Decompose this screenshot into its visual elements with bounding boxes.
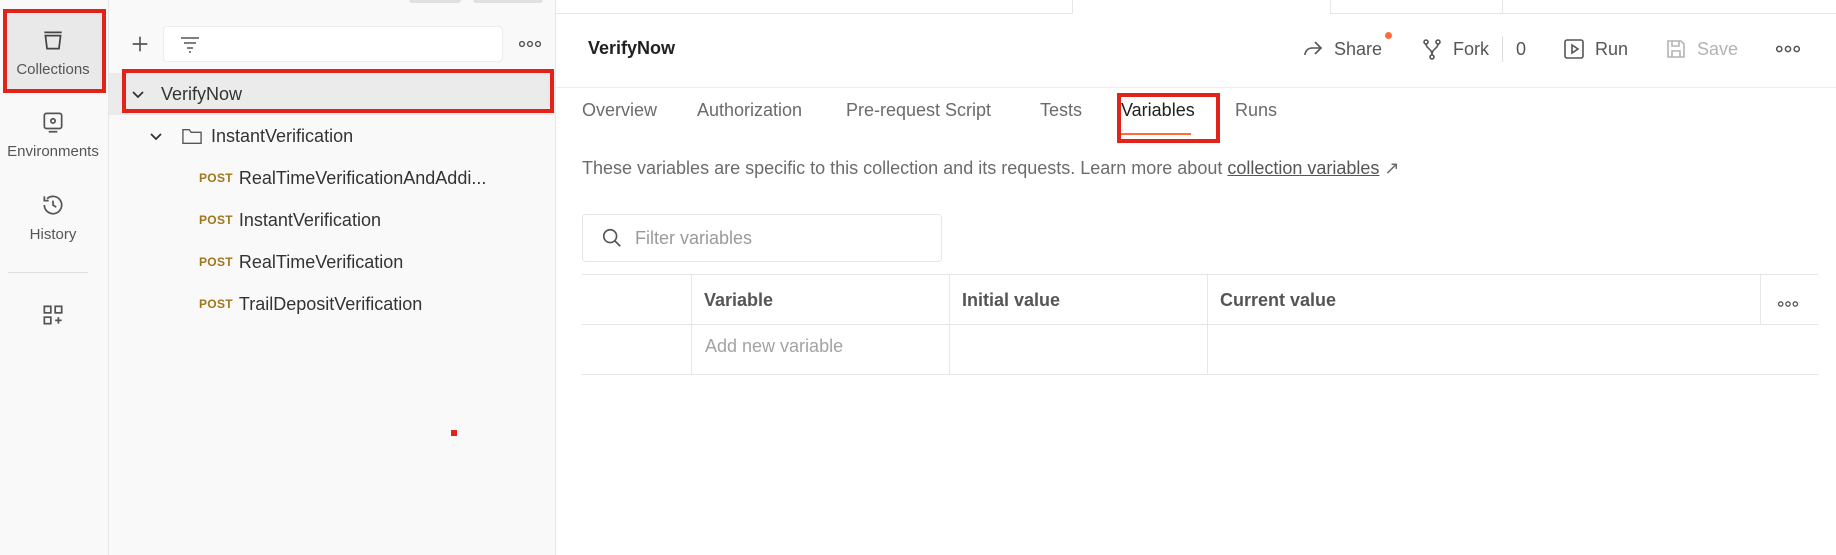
- chevron-down-icon: [132, 91, 144, 99]
- folder-name: InstantVerification: [211, 125, 354, 146]
- left-rail: Collections Environments History: [0, 0, 109, 555]
- active-tab-gap: [1073, 13, 1330, 15]
- request-name: RealTimeVerification: [238, 251, 404, 272]
- sidebar-filter[interactable]: [163, 26, 503, 62]
- ellipsis-icon: [519, 40, 541, 48]
- collection-panel: VerifyNow Share Fork 0 Run Save Overview…: [556, 0, 1836, 555]
- share-icon: [1304, 41, 1323, 56]
- tab-overview[interactable]: Overview: [582, 100, 657, 121]
- rail-label-environments: Environments: [7, 142, 99, 160]
- tab-authorization[interactable]: Authorization: [697, 100, 802, 121]
- more-actions-button[interactable]: [513, 26, 547, 62]
- header-actions: Share Fork 0 Run Save: [556, 32, 1836, 66]
- notification-dot: [1385, 32, 1392, 39]
- table-border-top: [582, 274, 1818, 275]
- filter-variables-input[interactable]: [635, 227, 915, 249]
- tab-tests[interactable]: Tests: [1040, 100, 1082, 121]
- column-header-variable: Variable: [704, 290, 774, 310]
- save-label: Save: [1697, 38, 1739, 59]
- tab-strip-divider: [1502, 0, 1503, 13]
- rail-item-environments[interactable]: Environments: [3, 95, 103, 173]
- fork-divider: [1502, 36, 1503, 62]
- request-name: InstantVerification: [238, 209, 381, 230]
- run-label: Run: [1595, 38, 1629, 59]
- configure-workspace-icon: [43, 305, 63, 325]
- table-col-divider: [1760, 274, 1761, 324]
- column-header-current-value: Current value: [1220, 290, 1337, 310]
- environments-icon: [43, 111, 63, 133]
- save-button[interactable]: Save: [1664, 32, 1738, 66]
- fork-count[interactable]: 0: [1516, 32, 1526, 66]
- tab-pre-request-script[interactable]: Pre-request Script: [846, 100, 991, 121]
- save-icon: [1667, 40, 1685, 58]
- filter-variables-box[interactable]: [582, 214, 942, 262]
- tree-collection-row[interactable]: VerifyNow: [109, 73, 556, 115]
- active-tab-indicator: [1121, 133, 1191, 135]
- folder-icon: [182, 128, 202, 144]
- share-button[interactable]: Share: [1301, 32, 1392, 66]
- top-tab-stub: [409, 0, 461, 3]
- tree-request-row[interactable]: POST RealTimeVerification: [109, 241, 556, 283]
- postman-app: Collections Environments History VerifyN…: [0, 0, 1836, 555]
- top-tab-stub: [473, 0, 543, 3]
- tab-runs[interactable]: Runs: [1235, 100, 1277, 121]
- external-link-icon: ↗: [1384, 158, 1400, 178]
- rail-item-history[interactable]: History: [3, 178, 103, 256]
- table-border-bottom: [582, 374, 1818, 375]
- ellipsis-icon: [1777, 301, 1799, 307]
- request-name: TrailDepositVerification: [238, 293, 423, 314]
- fork-button[interactable]: Fork: [1420, 32, 1489, 66]
- collection-name: VerifyNow: [161, 83, 243, 104]
- add-collection-button[interactable]: [125, 26, 155, 62]
- collections-sidebar: VerifyNow InstantVerification POST RealT…: [109, 0, 556, 555]
- history-icon: [43, 194, 63, 215]
- rail-label-collections: Collections: [16, 60, 90, 78]
- tree-request-row[interactable]: POST TrailDepositVerification: [109, 283, 556, 325]
- current-value-cell[interactable]: [1208, 325, 1818, 374]
- table-col-divider: [691, 274, 692, 375]
- share-label: Share: [1334, 38, 1383, 59]
- table-more-button[interactable]: [1777, 295, 1799, 313]
- variables-table: Variable Initial value Current value Add…: [582, 274, 1818, 375]
- plus-icon: [132, 36, 148, 52]
- initial-value-cell[interactable]: [950, 325, 1207, 374]
- fork-icon: [1423, 39, 1441, 60]
- header-more-button[interactable]: [1776, 32, 1800, 66]
- tree-folder-row[interactable]: InstantVerification: [109, 115, 556, 157]
- collection-variables-link[interactable]: collection variables: [1227, 158, 1379, 178]
- search-icon: [602, 228, 621, 247]
- ellipsis-icon: [1776, 45, 1800, 53]
- tree-request-row[interactable]: POST RealTimeVerificationAndAddi...: [109, 157, 556, 199]
- tab-strip-divider: [1072, 0, 1073, 13]
- tree-request-row[interactable]: POST InstantVerification: [109, 199, 556, 241]
- rail-label-history: History: [29, 225, 77, 243]
- description-text: These variables are specific to this col…: [582, 158, 1228, 178]
- tab-variables[interactable]: Variables: [1121, 100, 1195, 121]
- header-divider: [556, 87, 1836, 88]
- rail-divider: [8, 272, 88, 273]
- variables-description: These variables are specific to this col…: [582, 158, 1400, 179]
- column-header-initial-value: Initial value: [962, 290, 1061, 310]
- request-method: POST: [199, 255, 233, 269]
- rail-item-collections[interactable]: Collections: [3, 13, 103, 91]
- tab-strip-divider: [1330, 0, 1331, 13]
- fork-label: Fork: [1453, 38, 1489, 59]
- chevron-down-icon: [150, 133, 162, 141]
- request-method: POST: [199, 297, 233, 311]
- request-name: RealTimeVerificationAndAddi...: [238, 167, 487, 188]
- request-method: POST: [199, 171, 233, 185]
- collections-icon: [44, 31, 62, 50]
- rail-item-configure[interactable]: [3, 280, 103, 358]
- request-method: POST: [199, 213, 233, 227]
- fork-count-value: 0: [1516, 38, 1527, 59]
- add-new-variable-cell[interactable]: Add new variable: [705, 336, 843, 357]
- run-icon: [1564, 39, 1584, 59]
- run-button[interactable]: Run: [1562, 32, 1628, 66]
- annotation-dot: [451, 430, 457, 436]
- filter-icon: [181, 37, 199, 53]
